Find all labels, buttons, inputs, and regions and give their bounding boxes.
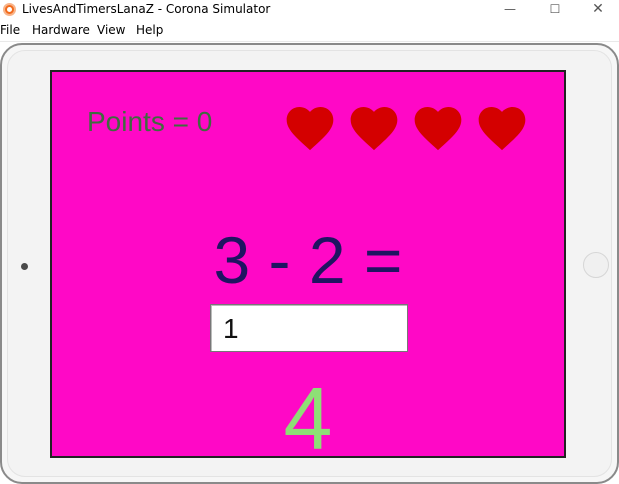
result-number: 4 (283, 369, 333, 468)
points-label: Points = 0 (87, 106, 213, 137)
heart-icon (474, 100, 530, 156)
maximize-button[interactable]: ☐ (535, 0, 575, 20)
heart-icon (346, 100, 402, 156)
minimize-button[interactable]: — (490, 0, 530, 20)
heart-icon (410, 100, 466, 156)
menu-view[interactable]: View (97, 23, 125, 37)
math-question: 3 - 2 = (213, 223, 403, 297)
menu-file[interactable]: File (0, 23, 20, 37)
heart-icon (282, 100, 338, 156)
close-button[interactable]: ✕ (578, 0, 618, 20)
window-title-bar: LivesAndTimersLanaZ - Corona Simulator —… (0, 0, 619, 20)
answer-input[interactable]: 1 (210, 304, 408, 352)
lives-hearts (282, 100, 532, 156)
menu-help[interactable]: Help (136, 23, 163, 37)
game-screen: Points = 0 3 - 2 = 1 4 (50, 70, 566, 468)
menu-bar: File Hardware View Help (0, 20, 619, 42)
menu-hardware[interactable]: Hardware (32, 23, 90, 37)
window-title: LivesAndTimersLanaZ - Corona Simulator (22, 2, 271, 16)
camera-icon (21, 263, 28, 270)
corona-app-icon (3, 3, 16, 16)
home-button[interactable] (583, 252, 609, 278)
